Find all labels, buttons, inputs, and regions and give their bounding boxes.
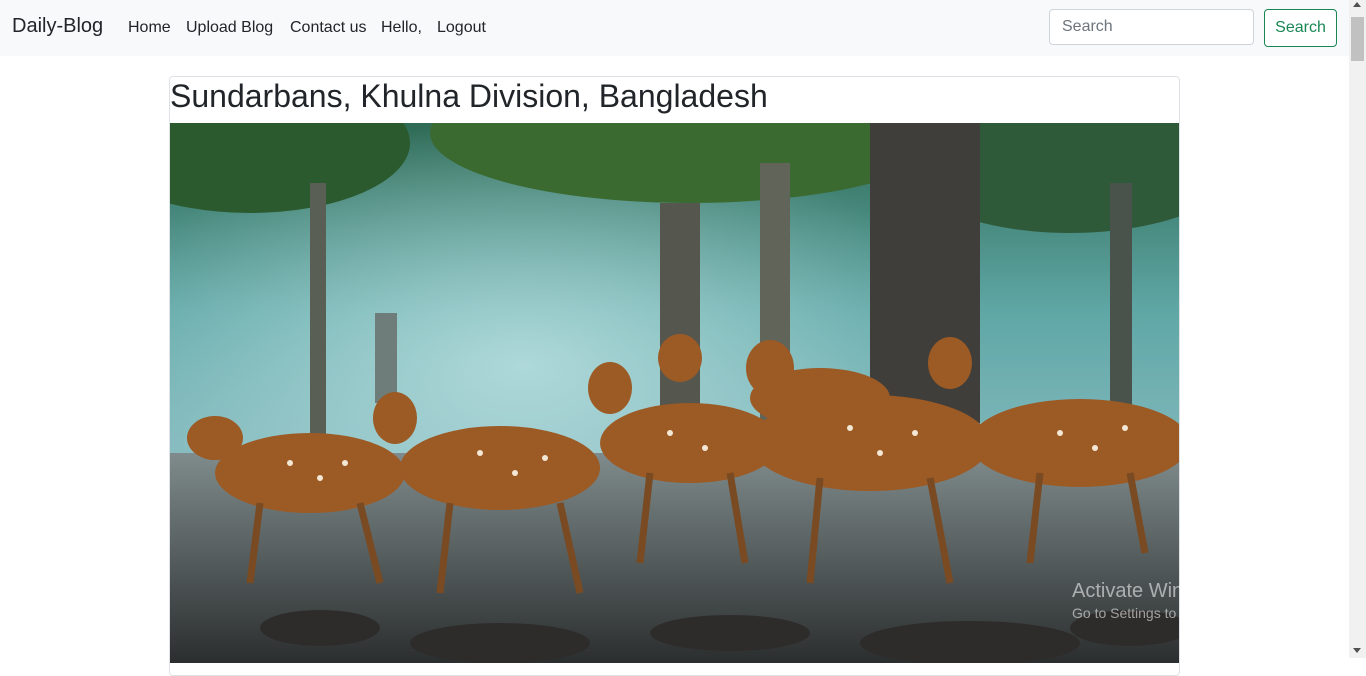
scroll-down-arrow-icon[interactable] — [1353, 648, 1361, 653]
navbar: Daily-Blog Home Upload Blog Contact us H… — [0, 0, 1349, 56]
nav-contact-link[interactable]: Contact us — [290, 19, 366, 37]
brand-link[interactable]: Daily-Blog — [12, 15, 103, 38]
nav-home-link[interactable]: Home — [128, 19, 171, 37]
activation-watermark-title: Activate Windows — [1072, 580, 1230, 602]
post-image — [170, 123, 1179, 663]
scroll-up-arrow-icon[interactable] — [1353, 2, 1361, 7]
activation-watermark-subtitle: Go to Settings to activate Windows. — [1072, 605, 1293, 621]
nav-hello-text[interactable]: Hello, — [381, 19, 422, 37]
blog-post-card: Sundarbans, Khulna Division, Bangladesh — [169, 76, 1180, 676]
search-button[interactable]: Search — [1264, 9, 1337, 47]
post-title: Sundarbans, Khulna Division, Bangladesh — [170, 78, 768, 114]
scroll-thumb[interactable] — [1351, 17, 1364, 61]
page-scrollbar[interactable] — [1349, 0, 1366, 658]
nav-upload-blog-link[interactable]: Upload Blog — [186, 19, 273, 37]
search-input[interactable] — [1049, 9, 1254, 45]
nav-logout-link[interactable]: Logout — [437, 19, 486, 37]
